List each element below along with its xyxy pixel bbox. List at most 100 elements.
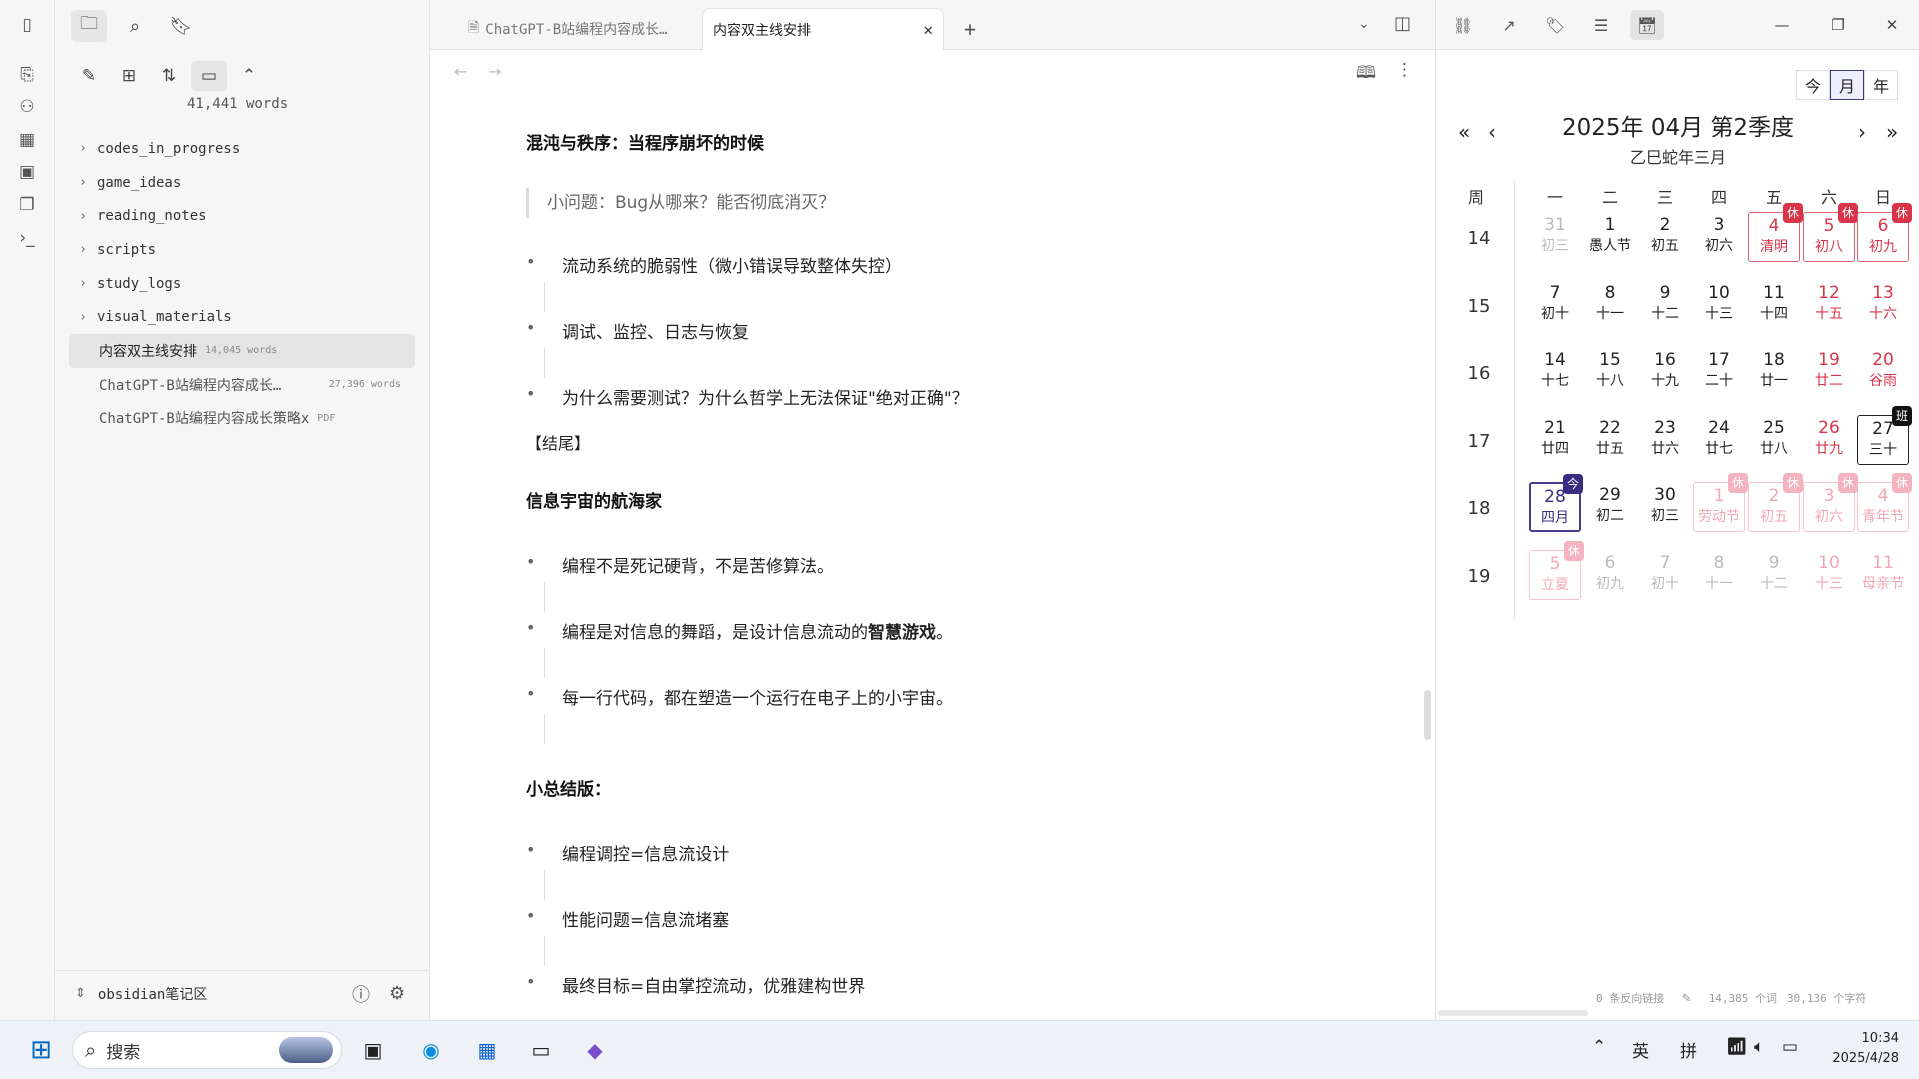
week-number[interactable]: 15: [1464, 296, 1494, 317]
new-note-icon[interactable]: ✎: [71, 61, 107, 91]
new-folder-icon[interactable]: ⊞: [111, 61, 147, 91]
file-item[interactable]: ChatGPT-B站编程内容成长策略x PDF: [69, 402, 415, 436]
calendar-day[interactable]: 5 初八休: [1803, 203, 1858, 262]
calendar-day[interactable]: 25 廿八: [1748, 415, 1800, 465]
taskbar-search[interactable]: ⌕ 搜索: [72, 1031, 342, 1069]
back-arrow-icon[interactable]: ←: [454, 62, 467, 81]
volume-icon[interactable]: 🔈︎: [1754, 1037, 1764, 1057]
folder-item[interactable]: › game_ideas: [69, 166, 415, 200]
reading-view-icon[interactable]: 🕮: [1356, 60, 1376, 89]
folder-item[interactable]: › reading_notes: [69, 199, 415, 233]
calendar-day[interactable]: 23 廿六: [1639, 415, 1691, 465]
calendar-day[interactable]: 4 清明休: [1748, 203, 1803, 262]
calendar-day[interactable]: 5 立夏休: [1529, 541, 1584, 600]
calendar-day[interactable]: 22 廿五: [1584, 415, 1636, 465]
calendar-day[interactable]: 26 廿九: [1803, 415, 1855, 465]
sidebar-toggle-icon[interactable]: ▯: [14, 12, 40, 38]
calendar-day[interactable]: 19 廿二: [1803, 347, 1855, 397]
files-icon[interactable]: 🗀: [71, 10, 107, 42]
week-number[interactable]: 19: [1464, 566, 1494, 587]
tab-list-chevron-icon[interactable]: ⌄: [1358, 16, 1370, 32]
month-view-button[interactable]: 月: [1830, 70, 1864, 100]
tab-content-plan[interactable]: 内容双主线安排 ✕: [702, 8, 944, 50]
calendar-day[interactable]: 4 青年节休: [1857, 473, 1912, 533]
calendar-day[interactable]: 30 初三: [1639, 482, 1691, 532]
folder-item[interactable]: › scripts: [69, 233, 415, 267]
calendar-day[interactable]: 3 初六休: [1803, 473, 1858, 533]
outgoing-links-icon[interactable]: ↗: [1492, 10, 1526, 40]
tags-icon[interactable]: 🏷︎: [1538, 10, 1572, 40]
calendar-day[interactable]: 3 初六: [1693, 212, 1745, 262]
calendar-day[interactable]: 11 母亲节: [1857, 550, 1909, 600]
calendar-day[interactable]: 29 初二: [1584, 482, 1636, 532]
calendar-day[interactable]: 9 十二: [1748, 550, 1800, 600]
auto-reveal-icon[interactable]: ▭: [191, 61, 227, 91]
edge-browser-icon[interactable]: ◉: [414, 1033, 448, 1067]
daily-note-icon[interactable]: ▣: [14, 159, 40, 185]
clock[interactable]: 10:34 2025/4/28: [1832, 1029, 1899, 1069]
calendar-day[interactable]: 6 初九休: [1857, 203, 1912, 262]
open-quick-switcher-icon[interactable]: ⎘: [14, 62, 40, 88]
wifi-icon[interactable]: 📶︎: [1726, 1037, 1748, 1057]
task-view-icon[interactable]: ▣: [356, 1033, 390, 1067]
week-number[interactable]: 17: [1464, 431, 1494, 452]
sort-icon[interactable]: ⇅: [151, 61, 187, 91]
calendar-day[interactable]: 9 十二: [1639, 280, 1691, 330]
tab-chatgpt[interactable]: 🗎 ChatGPT-B站编程内容成长…: [458, 8, 708, 50]
settings-gear-icon[interactable]: ⚙: [389, 983, 405, 1004]
collapse-all-icon[interactable]: ⌃: [231, 61, 267, 91]
vault-switcher[interactable]: ⇕ obsidian笔记区 ⓘ ⚙: [55, 970, 430, 1016]
bookmark-icon[interactable]: 🔖︎: [163, 10, 199, 42]
calendar-day[interactable]: 2 初五休: [1748, 473, 1803, 533]
ime-language[interactable]: 英: [1632, 1037, 1649, 1062]
week-number[interactable]: 14: [1464, 228, 1494, 249]
calendar-day[interactable]: 8 十一: [1584, 280, 1636, 330]
calendar-day[interactable]: 2 初五: [1639, 212, 1691, 262]
calendar-day[interactable]: 14 十七: [1529, 347, 1581, 397]
command-palette-icon[interactable]: ›_: [14, 225, 40, 251]
file-item[interactable]: 内容双主线安排 14,045 words: [69, 334, 415, 368]
calendar-day[interactable]: 21 廿四: [1529, 415, 1581, 465]
calendar-day[interactable]: 28 四月今: [1529, 474, 1583, 533]
obsidian-icon[interactable]: ◆: [578, 1033, 612, 1067]
folder-item[interactable]: › study_logs: [69, 267, 415, 301]
calendar-day[interactable]: 16 十九: [1639, 347, 1691, 397]
calendar-day[interactable]: 18 廿一: [1748, 347, 1800, 397]
search-icon[interactable]: ⌕: [117, 10, 153, 42]
outline-icon[interactable]: ☰: [1584, 10, 1618, 40]
calendar-day[interactable]: 12 十五: [1803, 280, 1855, 330]
calendar-day[interactable]: 31 初三: [1529, 212, 1581, 262]
help-icon[interactable]: ⓘ: [352, 981, 370, 1007]
folder-item[interactable]: › visual_materials: [69, 300, 415, 334]
calendar-day[interactable]: 27 三十班: [1857, 405, 1912, 465]
year-view-button[interactable]: 年: [1864, 70, 1898, 100]
backlinks-icon[interactable]: ⛓: [1446, 10, 1480, 40]
week-number[interactable]: 18: [1464, 498, 1494, 519]
terminal-icon[interactable]: ▭: [524, 1033, 558, 1067]
calendar-day[interactable]: 24 廿七: [1693, 415, 1745, 465]
calendar-day[interactable]: 13 十六: [1857, 280, 1909, 330]
calendar-day[interactable]: 11 十四: [1748, 280, 1800, 330]
calendar-day[interactable]: 10 十三: [1803, 550, 1855, 600]
calendar-day[interactable]: 6 初九: [1584, 550, 1636, 600]
maximize-icon[interactable]: ❐: [1818, 12, 1858, 38]
battery-icon[interactable]: ▭: [1782, 1037, 1798, 1057]
vertical-scrollbar[interactable]: [1424, 690, 1431, 740]
ime-mode[interactable]: 拼: [1680, 1037, 1697, 1062]
calendar-day[interactable]: 17 二十: [1693, 347, 1745, 397]
file-item[interactable]: ChatGPT-B站编程内容成长… 27,396 words: [69, 368, 415, 402]
calendar-day[interactable]: 15 十八: [1584, 347, 1636, 397]
minimize-icon[interactable]: —: [1762, 12, 1802, 38]
calendar-day[interactable]: 1 劳动节休: [1693, 473, 1748, 533]
close-tab-icon[interactable]: ✕: [923, 20, 933, 39]
horizontal-scrollbar[interactable]: [1438, 1010, 1588, 1016]
more-options-icon[interactable]: ⋮: [1396, 60, 1413, 80]
calendar-day[interactable]: 1 愚人节: [1584, 212, 1636, 262]
edit-mode-icon[interactable]: ✎: [1682, 990, 1690, 1006]
calendar-day[interactable]: 7 初十: [1529, 280, 1581, 330]
close-window-icon[interactable]: ✕: [1872, 12, 1912, 38]
calendar-day[interactable]: 10 十三: [1693, 280, 1745, 330]
folder-item[interactable]: › codes_in_progress: [69, 132, 415, 166]
graph-view-icon[interactable]: ⚇: [14, 94, 40, 120]
store-icon[interactable]: ▦: [470, 1033, 504, 1067]
